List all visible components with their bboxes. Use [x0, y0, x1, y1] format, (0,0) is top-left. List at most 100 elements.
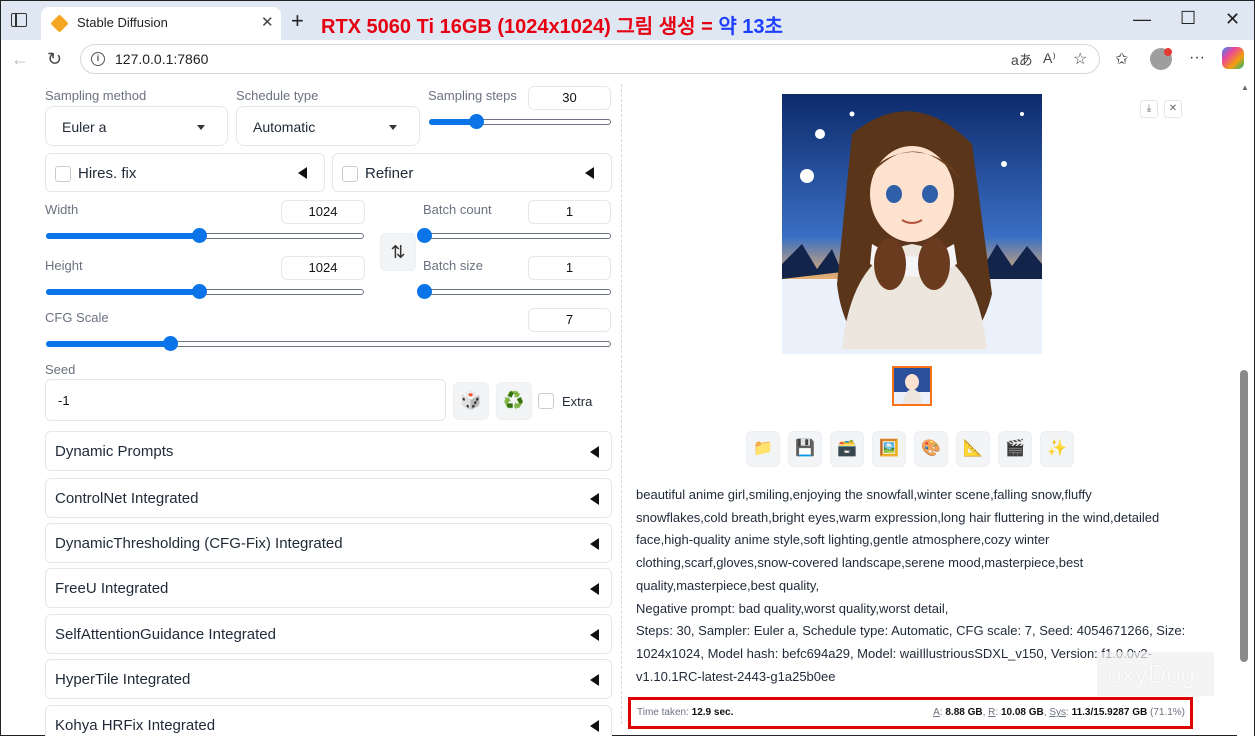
collapse-triangle-icon[interactable] — [590, 493, 599, 505]
favorite-star-icon[interactable]: ☆ — [1073, 49, 1087, 69]
schedule-type-dropdown[interactable]: Automatic — [236, 106, 420, 146]
height-slider[interactable] — [46, 282, 364, 300]
batch-size-input[interactable]: 1 — [528, 256, 611, 280]
sampling-method-dropdown[interactable]: Euler a — [45, 106, 228, 146]
zip-archive-icon[interactable]: 🗃️ — [830, 431, 864, 467]
reuse-seed-recycle-icon[interactable]: ♻️ — [496, 382, 532, 420]
slider-track[interactable] — [424, 289, 611, 295]
collapse-triangle-icon[interactable] — [590, 629, 599, 641]
annotation-text-red: RTX 5060 Ti 16GB (1024x1024) 그림 생성 = — [321, 16, 713, 38]
new-tab-button[interactable]: + — [291, 8, 304, 34]
close-window-button[interactable]: ✕ — [1225, 9, 1240, 30]
tab-title: Stable Diffusion — [77, 15, 168, 30]
batch-count-slider[interactable] — [417, 226, 611, 244]
hires-fix-checkbox[interactable] — [55, 166, 71, 182]
send-to-extras-icon[interactable]: 📐 — [956, 431, 990, 467]
extra-label: Extra — [562, 394, 593, 409]
open-folder-icon[interactable]: 📁 — [746, 431, 780, 467]
accordion-title: FreeU Integrated — [55, 580, 169, 597]
extra-seed-checkbox[interactable] — [538, 393, 554, 409]
tab-close-icon[interactable]: ✕ — [261, 13, 274, 31]
slider-fill — [46, 289, 199, 295]
accordion-dynamic-prompts[interactable]: Dynamic Prompts — [45, 431, 612, 471]
slider-thumb[interactable] — [163, 336, 179, 351]
info-line: Steps: 30, Sampler: Euler a, Schedule ty… — [636, 623, 1186, 639]
accordion-hypertile[interactable]: HyperTile Integrated — [45, 659, 612, 699]
cfg-scale-slider[interactable] — [46, 334, 611, 352]
accordion-freeu[interactable]: FreeU Integrated — [45, 568, 612, 608]
slider-fill — [46, 341, 171, 347]
refiner-panel[interactable]: Refiner — [332, 153, 612, 192]
accordion-title: Kohya HRFix Integrated — [55, 717, 216, 734]
slider-thumb[interactable] — [191, 228, 207, 243]
send-to-inpaint-icon[interactable]: 🎨 — [914, 431, 948, 467]
sampling-steps-label: Sampling steps — [428, 88, 517, 103]
slider-thumb[interactable] — [191, 284, 207, 299]
collapse-triangle-icon[interactable] — [590, 674, 599, 686]
collapse-triangle-icon[interactable] — [590, 446, 599, 458]
slider-thumb[interactable] — [417, 228, 432, 243]
annotation-text-blue: 약 13초 — [718, 16, 783, 38]
collapse-triangle-icon[interactable] — [590, 538, 599, 550]
slider-thumb[interactable] — [417, 284, 432, 299]
height-label: Height — [45, 258, 83, 273]
batch-count-input[interactable]: 1 — [528, 200, 611, 224]
save-icon[interactable]: 💾 — [788, 431, 822, 467]
random-seed-dice-icon[interactable]: 🎲 — [453, 382, 489, 420]
collapse-triangle-icon[interactable] — [298, 167, 307, 179]
favorites-icon[interactable]: ✩ — [1115, 49, 1128, 69]
send-to-img2img-icon[interactable]: 🖼️ — [872, 431, 906, 467]
browser-tab[interactable]: Stable Diffusion ✕ — [41, 7, 281, 41]
accordion-self-attention-guidance[interactable]: SelfAttentionGuidance Integrated — [45, 614, 612, 654]
swap-dimensions-button[interactable]: ⇅ — [380, 233, 416, 271]
gallery-thumbnail[interactable] — [892, 366, 932, 406]
maximize-button[interactable]: ☐ — [1180, 8, 1196, 29]
hires-fix-panel[interactable]: Hires. fix — [45, 153, 325, 192]
minimize-button[interactable]: — — [1133, 9, 1151, 30]
height-input[interactable]: 1024 — [281, 256, 365, 280]
send-to-video-icon[interactable]: 🎬 — [998, 431, 1032, 467]
scrollbar-thumb[interactable] — [1240, 370, 1248, 662]
width-slider[interactable] — [46, 226, 364, 244]
generated-image[interactable] — [782, 94, 1042, 354]
tab-actions-icon[interactable] — [11, 13, 27, 27]
info-line: quality,masterpiece,best quality, — [636, 577, 820, 593]
collapse-triangle-icon[interactable] — [590, 720, 599, 732]
slider-track[interactable] — [424, 233, 611, 239]
accordion-kohya-hrfix[interactable]: Kohya HRFix Integrated — [45, 705, 612, 736]
scroll-up-arrow-icon[interactable]: ▲ — [1241, 83, 1249, 92]
accordion-controlnet[interactable]: ControlNet Integrated — [45, 478, 612, 518]
collapse-triangle-icon[interactable] — [590, 583, 599, 595]
seed-input[interactable]: -1 — [45, 379, 446, 421]
copilot-icon[interactable] — [1222, 47, 1244, 69]
slider-thumb[interactable] — [469, 114, 485, 129]
url-field[interactable]: i 127.0.0.1:7860 aあ A⁾ ☆ — [80, 44, 1100, 74]
batch-size-label: Batch size — [423, 258, 483, 273]
info-line: snowflakes,cold breath,bright eyes,warm … — [636, 509, 1160, 525]
refiner-checkbox[interactable] — [342, 166, 358, 182]
memory-stats: A: 8.88 GB, R: 10.08 GB, Sys: 11.3/15.92… — [933, 707, 1185, 718]
cfg-scale-input[interactable]: 7 — [528, 308, 611, 332]
refresh-button[interactable]: ↻ — [47, 49, 62, 70]
width-input[interactable]: 1024 — [281, 200, 365, 224]
time-taken: Time taken: 12.9 sec. — [637, 707, 733, 718]
more-menu-icon[interactable]: ··· — [1189, 49, 1205, 67]
refiner-label: Refiner — [365, 165, 414, 182]
site-info-icon[interactable]: i — [91, 52, 105, 66]
sampling-method-value: Euler a — [62, 119, 107, 135]
favicon-icon — [50, 14, 69, 33]
translate-icon[interactable]: aあ — [1011, 50, 1033, 70]
close-output-icon[interactable]: ✕ — [1164, 100, 1182, 118]
accordion-dynamic-thresholding[interactable]: DynamicThresholding (CFG-Fix) Integrated — [45, 523, 612, 563]
vram-active-value: 8.88 GB — [945, 707, 983, 718]
sparkle-icon[interactable]: ✨ — [1040, 431, 1074, 467]
accordion-title: SelfAttentionGuidance Integrated — [55, 626, 276, 643]
batch-size-slider[interactable] — [417, 282, 611, 300]
watermark: oxyDog — [1097, 652, 1214, 696]
collapse-triangle-icon[interactable] — [585, 167, 594, 179]
back-button[interactable]: ← — [11, 49, 29, 70]
sampling-steps-slider[interactable] — [429, 112, 611, 130]
download-icon[interactable]: ⤓ — [1140, 100, 1158, 118]
read-aloud-icon[interactable]: A⁾ — [1043, 50, 1056, 67]
sampling-steps-input[interactable]: 30 — [528, 86, 611, 110]
